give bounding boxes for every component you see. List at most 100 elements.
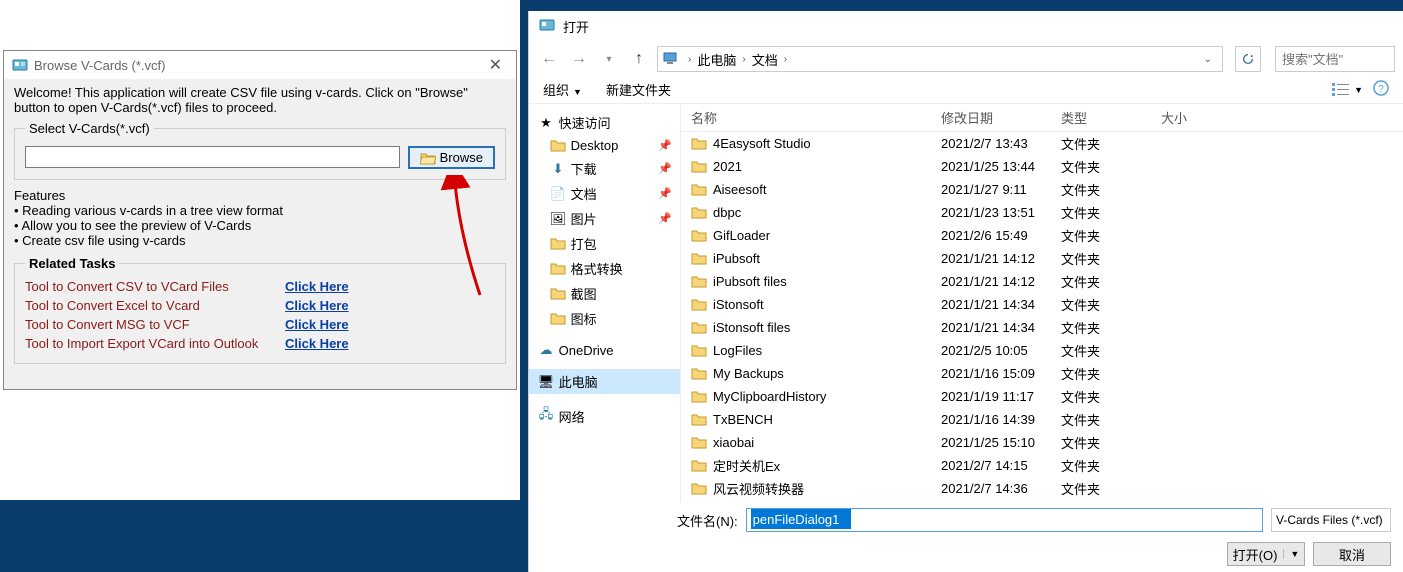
file-row[interactable]: GifLoader2021/2/6 15:49文件夹 [681, 224, 1403, 247]
file-row[interactable]: iStonsoft2021/1/21 14:34文件夹 [681, 293, 1403, 316]
file-type: 文件夹 [1061, 134, 1161, 153]
refresh-button[interactable] [1235, 46, 1261, 72]
file-name: 4Easysoft Studio [713, 136, 811, 151]
sidebar-desktop[interactable]: Desktop📌 [529, 135, 680, 156]
open-button[interactable]: 打开(O)▼ [1227, 542, 1305, 566]
pc-icon: 🖥 [537, 374, 555, 390]
file-name: TxBENCH [713, 412, 773, 427]
folder-icon [691, 229, 707, 243]
browse-vcards-dialog: Browse V-Cards (*.vcf) ✕ Welcome! This a… [3, 50, 517, 390]
column-size[interactable]: 大小 [1161, 108, 1241, 127]
file-row[interactable]: MyClipboardHistory2021/1/19 11:17文件夹 [681, 385, 1403, 408]
task-link[interactable]: Click Here [285, 279, 349, 294]
cancel-button[interactable]: 取消 [1313, 542, 1391, 566]
nav-row: ← → ▾ ↑ › 此电脑 › 文档 › ⌄ [529, 42, 1403, 76]
search-input[interactable] [1275, 46, 1395, 72]
chevron-right-icon: › [688, 54, 691, 65]
sidebar-documents[interactable]: 📄 文档📌 [529, 181, 680, 206]
pin-icon: 📌 [656, 162, 672, 175]
sidebar-downloads[interactable]: ⬇ 下载📌 [529, 156, 680, 181]
star-icon: ★ [537, 115, 555, 131]
file-name: Aiseesoft [713, 182, 766, 197]
folder-icon [549, 139, 567, 152]
folder-icon [691, 321, 707, 335]
sidebar-item[interactable]: 截图 [529, 281, 680, 306]
file-row[interactable]: dbpc2021/1/23 13:51文件夹 [681, 201, 1403, 224]
file-date: 2021/1/21 14:12 [941, 251, 1061, 266]
task-label: Tool to Convert CSV to VCard Files [25, 279, 285, 294]
organize-button[interactable]: 组织▼ [543, 80, 582, 99]
task-link[interactable]: Click Here [285, 298, 349, 313]
file-row[interactable]: xiaobai2021/1/25 15:10文件夹 [681, 431, 1403, 454]
sidebar-item[interactable]: 打包 [529, 231, 680, 256]
folder-icon [549, 287, 567, 300]
column-type[interactable]: 类型 [1061, 108, 1161, 127]
file-name: 定时关机Ex [713, 456, 780, 475]
breadcrumb-docs[interactable]: 文档 [752, 50, 778, 69]
download-icon: ⬇ [549, 161, 567, 177]
browse-button[interactable]: Browse [408, 146, 495, 169]
nav-forward-button[interactable]: → [567, 47, 591, 71]
nav-up-button[interactable]: ↑ [627, 47, 651, 71]
file-type: 文件夹 [1061, 295, 1161, 314]
sidebar-item[interactable]: 图标 [529, 306, 680, 331]
sidebar-quick-access[interactable]: ★ 快速访问 [529, 110, 680, 135]
file-row[interactable]: LogFiles2021/2/5 10:05文件夹 [681, 339, 1403, 362]
file-row[interactable]: 4Easysoft Studio2021/2/7 13:43文件夹 [681, 132, 1403, 155]
folder-icon [691, 275, 707, 289]
file-date: 2021/2/6 15:49 [941, 228, 1061, 243]
file-date: 2021/1/21 14:12 [941, 274, 1061, 289]
file-open-dialog: 打开 ← → ▾ ↑ › 此电脑 › 文档 › ⌄ 组织▼ 新建文件夹 ▼ [528, 11, 1403, 572]
select-vcards-group: Select V-Cards(*.vcf) Browse [14, 121, 506, 180]
file-name: 风云视频转换器 [713, 479, 804, 498]
breadcrumb-pc[interactable]: 此电脑 [697, 50, 736, 69]
file-row[interactable]: 手机模拟大师2021/2/8 9:32文件夹 [681, 500, 1403, 502]
file-row[interactable]: 风云视频转换器2021/2/7 14:36文件夹 [681, 477, 1403, 500]
sidebar-onedrive[interactable]: ☁ OneDrive [529, 339, 680, 361]
folder-icon [691, 413, 707, 427]
pin-icon: 📌 [656, 187, 672, 200]
sidebar-this-pc[interactable]: 🖥 此电脑 [529, 369, 680, 394]
folder-icon [691, 367, 707, 381]
task-link[interactable]: Click Here [285, 336, 349, 351]
file-row[interactable]: iStonsoft files2021/1/21 14:34文件夹 [681, 316, 1403, 339]
new-folder-button[interactable]: 新建文件夹 [606, 80, 671, 99]
file-row[interactable]: iPubsoft files2021/1/21 14:12文件夹 [681, 270, 1403, 293]
file-type: 文件夹 [1061, 272, 1161, 291]
help-button[interactable]: ? [1373, 80, 1389, 99]
sidebar-pictures[interactable]: 🖼 图片📌 [529, 206, 680, 231]
column-date[interactable]: 修改日期 [941, 108, 1061, 127]
column-name[interactable]: 名称 [681, 108, 941, 127]
sidebar-network[interactable]: 🖧 网络 [529, 402, 680, 430]
breadcrumb-dropdown[interactable]: ⌄ [1198, 54, 1218, 65]
nav-recent-button[interactable]: ▾ [597, 47, 621, 71]
file-row[interactable]: 定时关机Ex2021/2/7 14:15文件夹 [681, 454, 1403, 477]
svg-text:?: ? [1378, 84, 1384, 95]
filetype-select[interactable]: V-Cards Files (*.vcf) [1271, 508, 1391, 532]
folder-icon [691, 298, 707, 312]
sidebar-item[interactable]: 格式转换 [529, 256, 680, 281]
file-list: 名称 修改日期 类型 大小 4Easysoft Studio2021/2/7 1… [681, 104, 1403, 502]
file-type: 文件夹 [1061, 410, 1161, 429]
vcard-path-input[interactable] [25, 146, 400, 168]
file-row[interactable]: 20212021/1/25 13:44文件夹 [681, 155, 1403, 178]
file-row[interactable]: TxBENCH2021/1/16 14:39文件夹 [681, 408, 1403, 431]
close-button[interactable]: ✕ [483, 55, 508, 75]
open-dialog-title: 打开 [563, 17, 589, 36]
breadcrumb-bar[interactable]: › 此电脑 › 文档 › ⌄ [657, 46, 1223, 72]
vcard-icon [539, 17, 555, 36]
file-type: 文件夹 [1061, 226, 1161, 245]
folder-icon [549, 312, 567, 325]
nav-back-button[interactable]: ← [537, 47, 561, 71]
dialog-title: Browse V-Cards (*.vcf) [34, 58, 165, 73]
file-row[interactable]: iPubsoft2021/1/21 14:12文件夹 [681, 247, 1403, 270]
file-name: 2021 [713, 159, 742, 174]
view-mode-button[interactable]: ▼ [1332, 82, 1363, 98]
file-row[interactable]: Aiseesoft2021/1/27 9:11文件夹 [681, 178, 1403, 201]
task-link[interactable]: Click Here [285, 317, 349, 332]
file-date: 2021/2/5 10:05 [941, 343, 1061, 358]
file-date: 2021/1/21 14:34 [941, 320, 1061, 335]
filename-input[interactable] [751, 509, 851, 529]
file-row[interactable]: My Backups2021/1/16 15:09文件夹 [681, 362, 1403, 385]
file-date: 2021/2/7 14:36 [941, 481, 1061, 496]
